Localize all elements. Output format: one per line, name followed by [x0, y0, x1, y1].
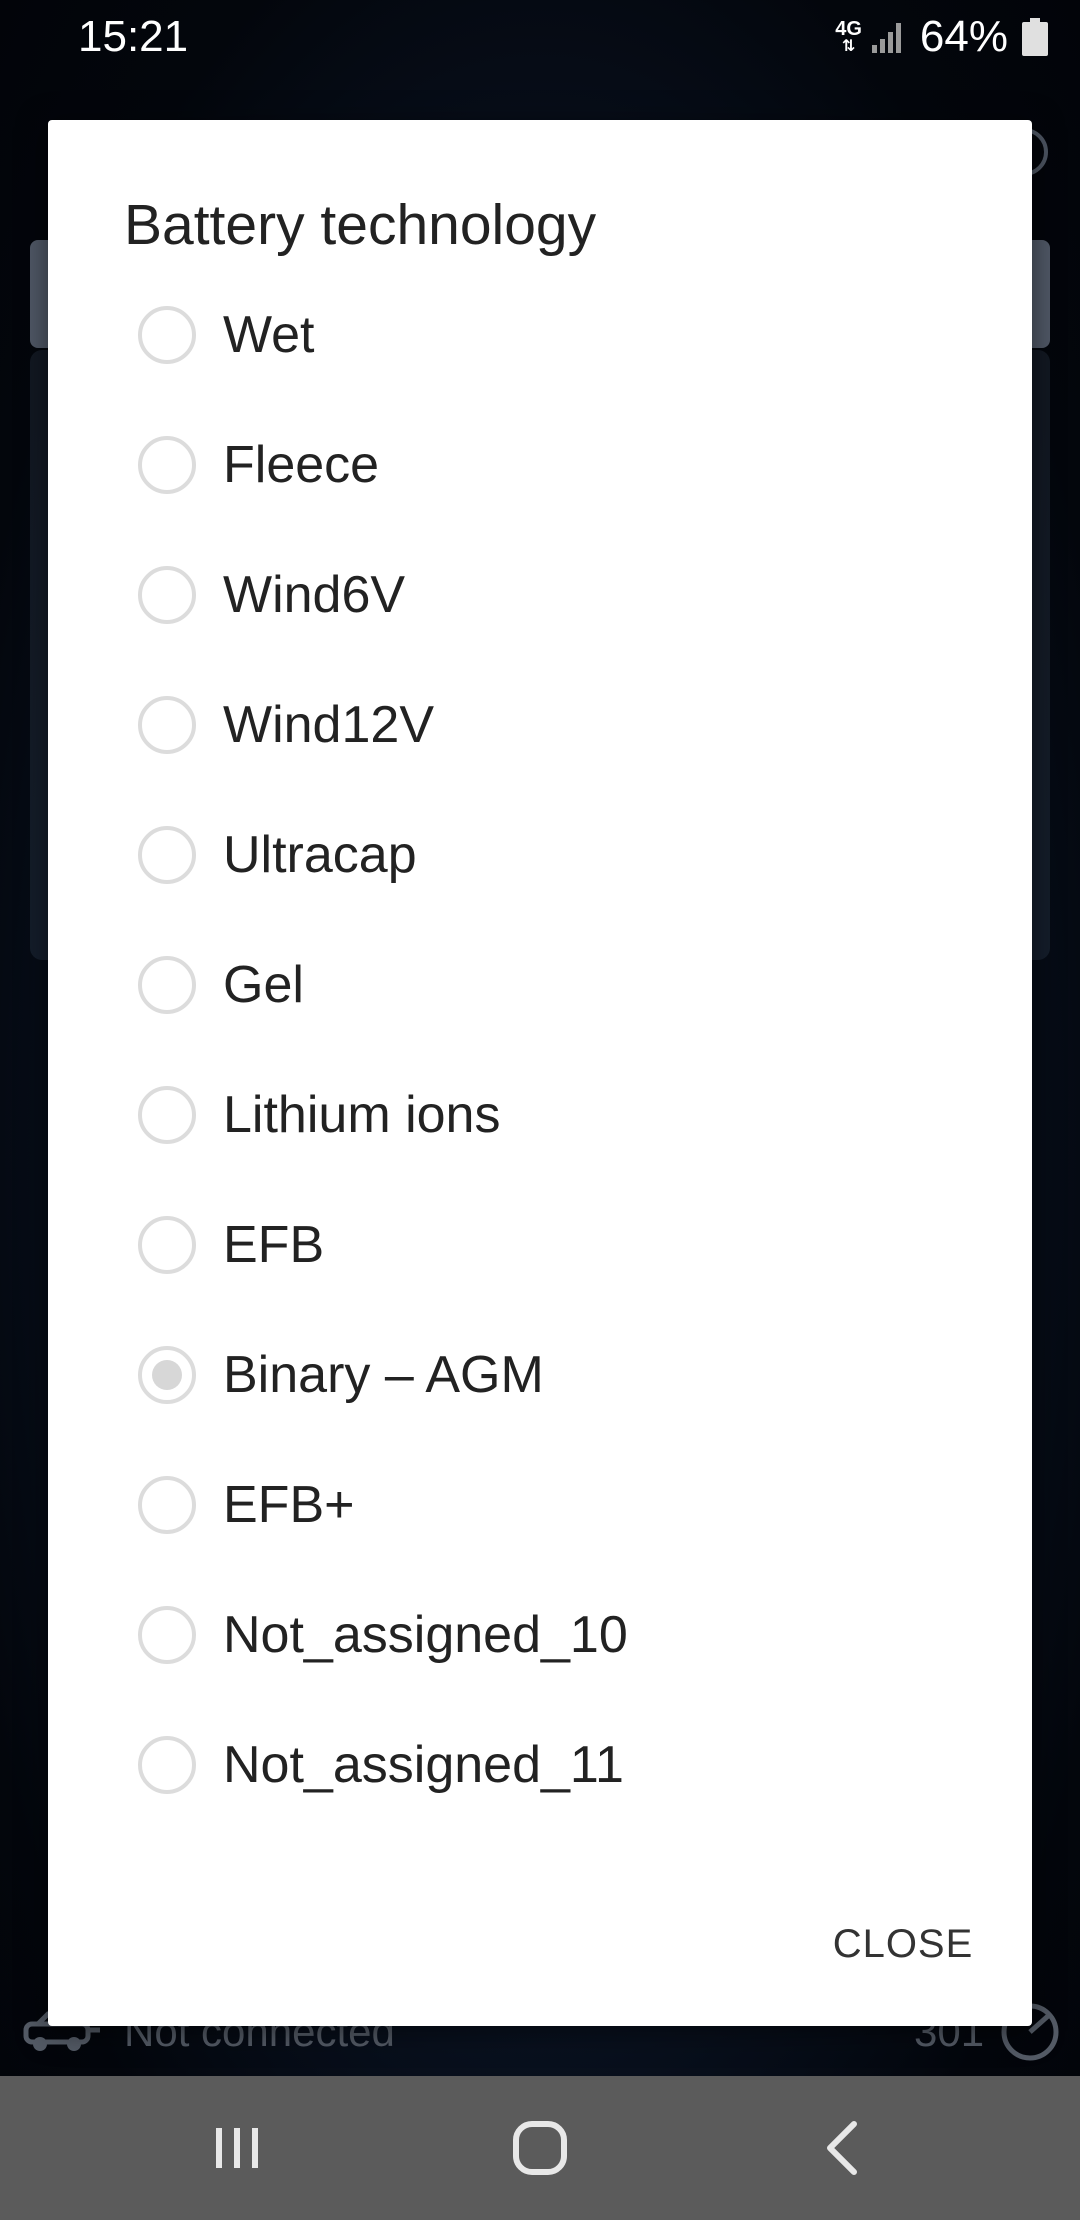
dialog-title: Battery technology [124, 193, 597, 257]
radio-button[interactable] [138, 1216, 196, 1274]
back-icon [827, 2121, 857, 2175]
network-type: 4G [835, 18, 862, 40]
recent-apps-icon [216, 2128, 258, 2168]
options-list[interactable]: Wet Fleece Wind6V Wind12V Ultracap Gel Lithium… [48, 270, 1032, 1982]
close-button[interactable]: CLOSE [808, 1896, 998, 1992]
radio-option-label: EFB [223, 1216, 325, 1274]
radio-option[interactable]: Wind6V [48, 530, 1032, 660]
radio-selected-dot [152, 1360, 182, 1390]
radio-button[interactable] [138, 1606, 196, 1664]
radio-option[interactable]: Wind12V [48, 660, 1032, 790]
radio-option[interactable]: Ultracap [48, 790, 1032, 920]
recent-apps-button[interactable] [192, 2112, 282, 2184]
radio-option-label: Wind6V [223, 566, 406, 624]
home-button[interactable] [495, 2112, 585, 2184]
radio-option-partial[interactable] [48, 1830, 1032, 1840]
signal-icon [871, 23, 901, 53]
radio-option[interactable]: EFB [48, 1180, 1032, 1310]
network-indicator: 4G ⇅ [835, 19, 862, 55]
radio-option-label: Ultracap [223, 826, 417, 884]
radio-option-label: Wind12V [223, 696, 434, 754]
radio-option-label: Not_assigned_11 [223, 1736, 624, 1794]
radio-option-label: Binary – AGM [223, 1346, 544, 1404]
radio-option-label: Wet [223, 306, 315, 364]
status-time: 15:21 [78, 12, 189, 61]
radio-button[interactable] [138, 1476, 196, 1534]
radio-button-checked[interactable] [138, 1346, 196, 1404]
radio-option-label: Gel [223, 956, 304, 1014]
radio-button[interactable] [138, 696, 196, 754]
radio-button[interactable] [138, 1086, 196, 1144]
status-indicators: 4G ⇅ 64% [835, 8, 1048, 66]
radio-option[interactable]: Not_assigned_11 [48, 1700, 1032, 1830]
radio-option-label: EFB+ [223, 1476, 355, 1534]
battery-icon [1022, 18, 1048, 56]
radio-button[interactable] [138, 1736, 196, 1794]
radio-option[interactable]: Lithium ions [48, 1050, 1032, 1180]
radio-option[interactable]: Fleece [48, 400, 1032, 530]
radio-option-label: Not_assigned_10 [223, 1606, 628, 1664]
data-arrows-icon: ⇅ [841, 38, 856, 55]
battery-technology-dialog: Battery technology Wet Fleece Wind6V Wind12… [48, 120, 1032, 2026]
radio-option-label: Lithium ions [223, 1086, 501, 1144]
radio-button[interactable] [138, 826, 196, 884]
options-scroll-area: Wet Fleece Wind6V Wind12V Ultracap Gel Lithium… [48, 270, 1032, 1840]
radio-option[interactable]: Wet [48, 270, 1032, 400]
radio-option[interactable]: Gel [48, 920, 1032, 1050]
battery-percent: 64% [919, 12, 1008, 61]
radio-option[interactable]: Not_assigned_10 [48, 1570, 1032, 1700]
radio-option-label: Fleece [223, 436, 380, 494]
radio-button[interactable] [138, 566, 196, 624]
home-icon [513, 2121, 567, 2175]
radio-option[interactable]: EFB+ [48, 1440, 1032, 1570]
radio-button[interactable] [138, 956, 196, 1014]
navigation-bar [0, 2076, 1080, 2220]
radio-option[interactable]: Binary – AGM [48, 1310, 1032, 1440]
status-bar: 15:21 4G ⇅ 64% [0, 0, 1080, 76]
radio-button[interactable] [138, 306, 196, 364]
back-button[interactable] [798, 2112, 888, 2184]
radio-button[interactable] [138, 436, 196, 494]
